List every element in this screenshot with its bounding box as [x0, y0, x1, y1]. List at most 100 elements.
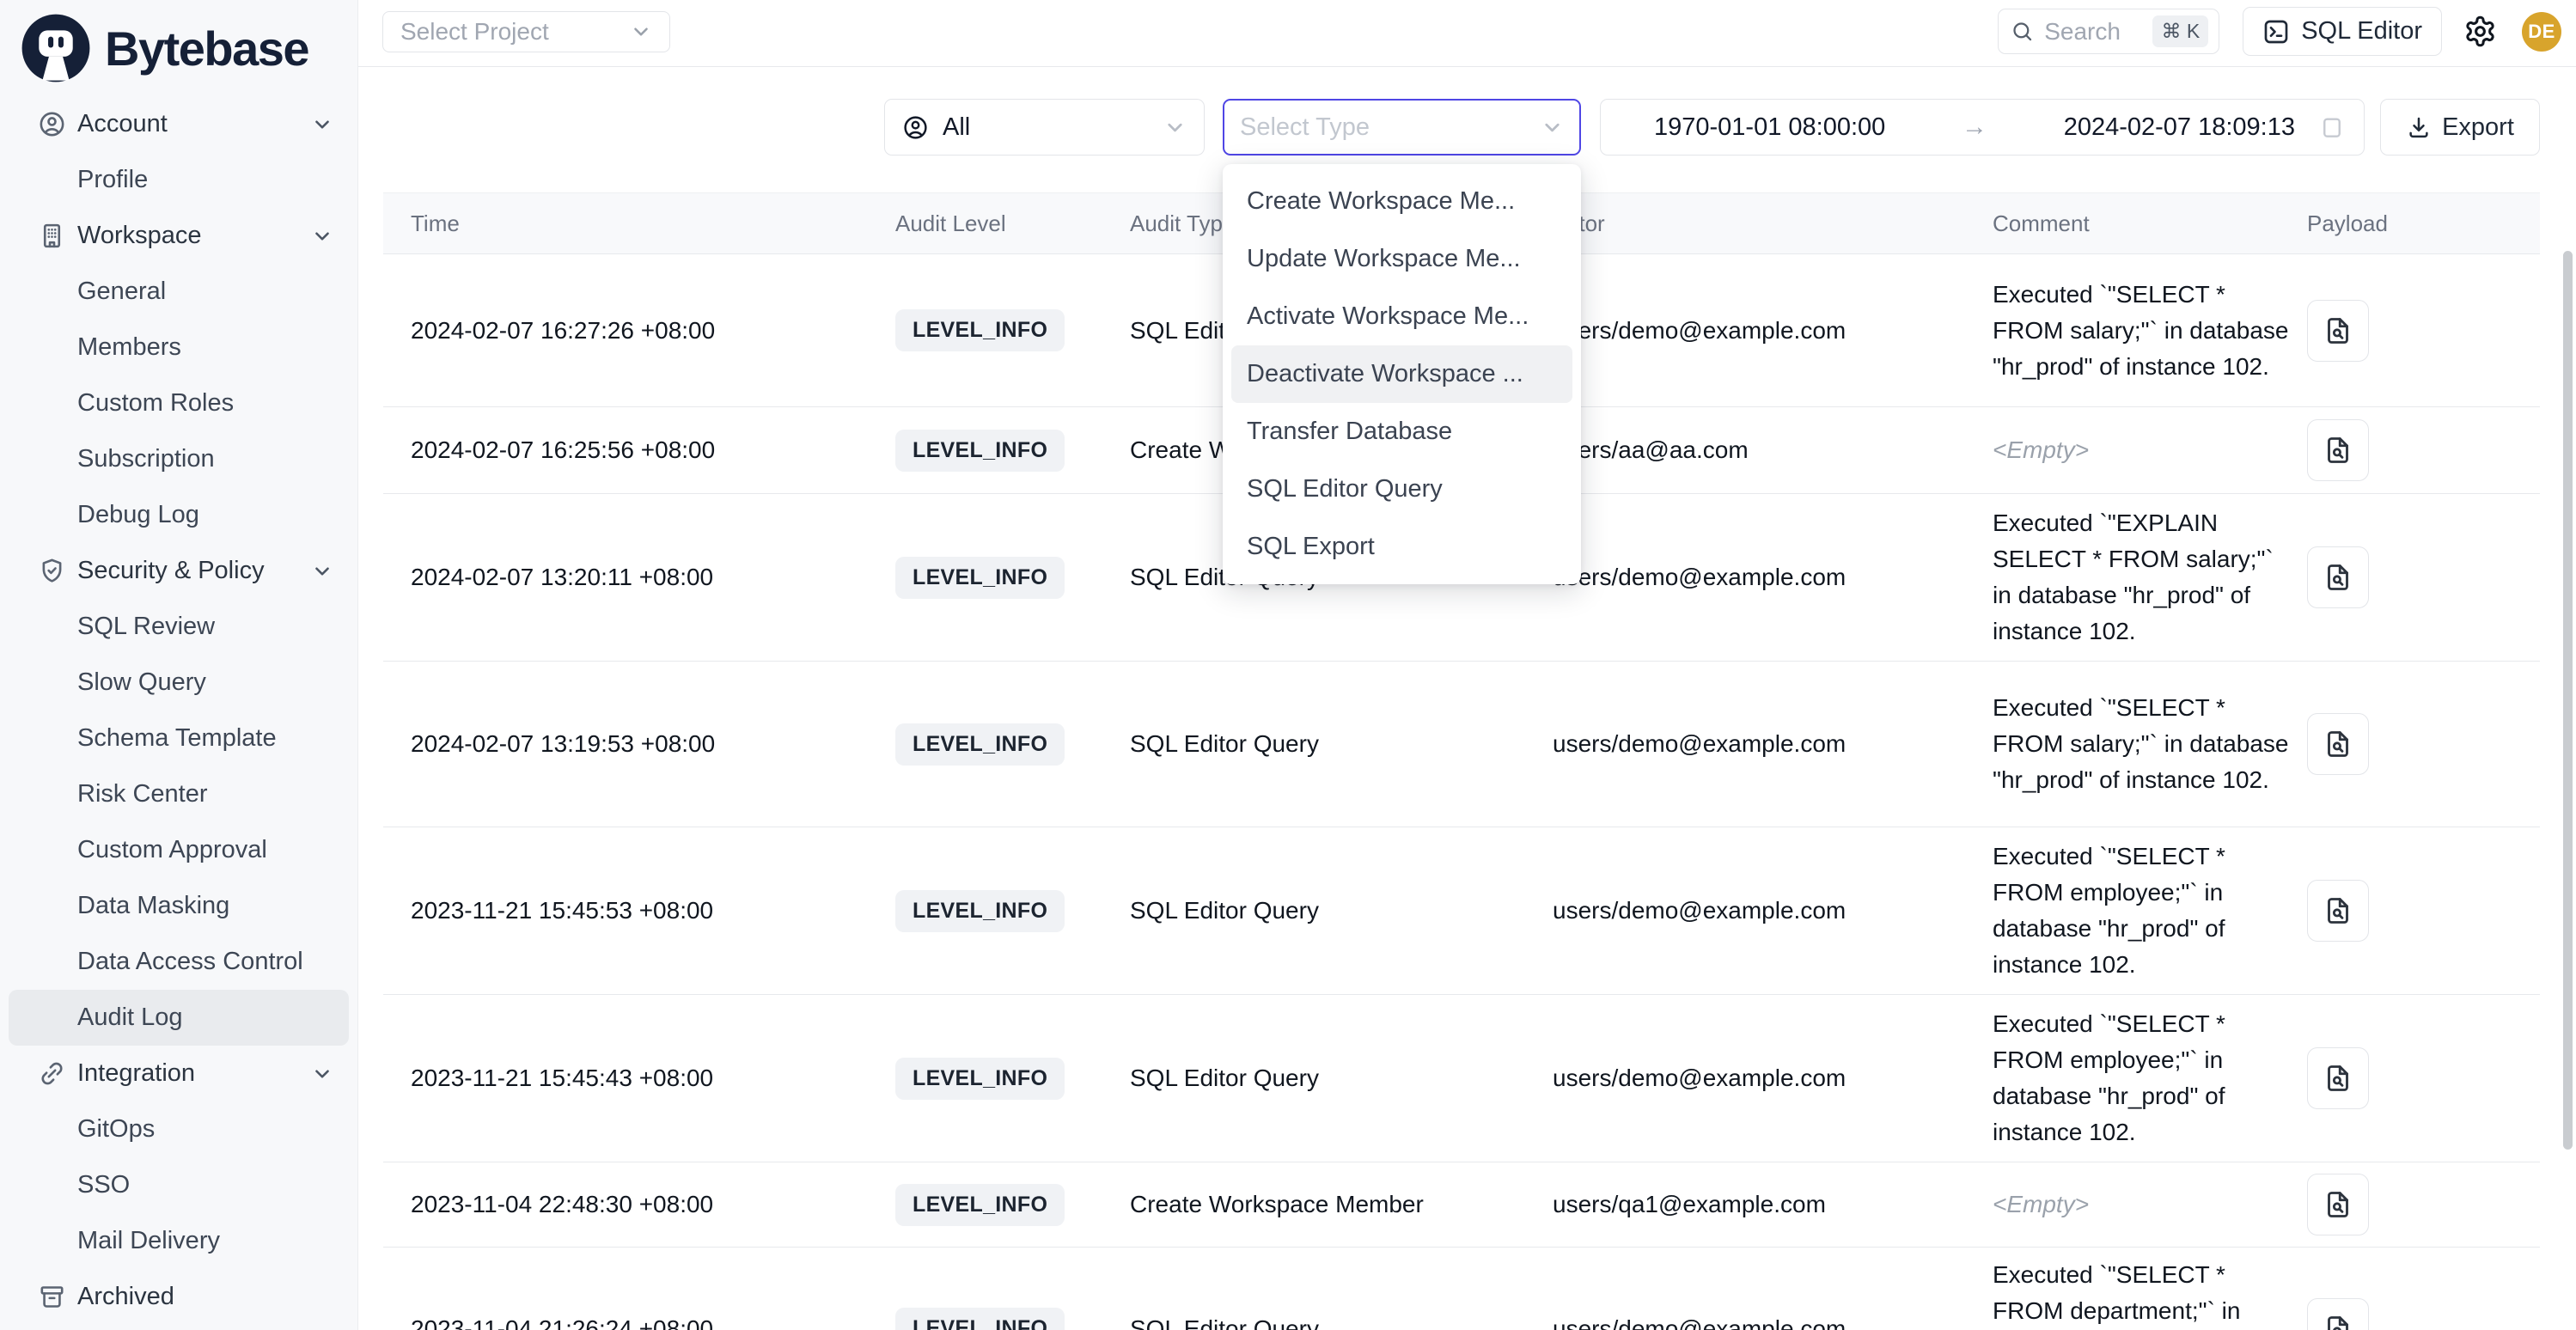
menu-item-sql-export[interactable]: SQL Export [1223, 518, 1581, 576]
search-placeholder: Search [2044, 18, 2121, 46]
audit-time: 2023-11-04 21:26:24 +08:00 [383, 1315, 895, 1330]
col-payload: Payload [2307, 210, 2540, 237]
audit-actor: users/demo@example.com [1553, 317, 1993, 345]
audit-level-badge: LEVEL_INFO [895, 430, 1065, 472]
bytebase-app: Bytebase Account Profile Workspace Gener… [0, 0, 2576, 1330]
menu-item-deactivate-workspace-member[interactable]: Deactivate Workspace ... [1231, 345, 1572, 403]
audit-time: 2024-02-07 13:20:11 +08:00 [383, 564, 895, 591]
chevron-down-icon [1163, 116, 1187, 139]
page-scrollbar[interactable] [2563, 251, 2573, 1150]
topbar: Select Project Search ⌘ K SQL Editor DE [358, 0, 2576, 67]
table-row: 2023-11-04 22:48:30 +08:00 LEVEL_INFO Cr… [383, 1162, 2540, 1248]
file-search-icon [2323, 1314, 2353, 1330]
menu-item-create-workspace-member[interactable]: Create Workspace Me... [1223, 173, 1581, 230]
audit-level-badge: LEVEL_INFO [895, 309, 1065, 351]
sidebar-item-workspace[interactable]: Workspace [0, 208, 357, 264]
sidebar-item-data-masking[interactable]: Data Masking [0, 878, 357, 934]
audit-actor: users/demo@example.com [1553, 1315, 1993, 1330]
gear-icon[interactable] [2463, 15, 2497, 48]
sidebar-item-general[interactable]: General [0, 264, 357, 320]
sidebar-item-sql-review[interactable]: SQL Review [0, 599, 357, 655]
search-icon [2011, 20, 2034, 43]
sidebar-item-gitops[interactable]: GitOps [0, 1101, 357, 1157]
sidebar-item-account[interactable]: Account [0, 96, 357, 152]
col-time: Time [383, 210, 895, 237]
avatar[interactable]: DE [2522, 12, 2561, 52]
sidebar-item-slow-query[interactable]: Slow Query [0, 655, 357, 711]
payload-view-button[interactable] [2307, 1298, 2369, 1330]
audit-time: 2024-02-07 16:27:26 +08:00 [383, 317, 895, 345]
sql-editor-button[interactable]: SQL Editor [2243, 7, 2442, 56]
payload-view-button[interactable] [2307, 546, 2369, 608]
payload-view-button[interactable] [2307, 880, 2369, 942]
payload-view-button[interactable] [2307, 1047, 2369, 1109]
sidebar-item-mail-delivery[interactable]: Mail Delivery [0, 1213, 357, 1269]
menu-item-activate-workspace-member[interactable]: Activate Workspace Me... [1223, 288, 1581, 345]
audit-actor: users/qa1@example.com [1553, 1191, 1993, 1218]
menu-item-sql-editor-query[interactable]: SQL Editor Query [1223, 461, 1581, 518]
table-row: 2023-11-21 15:45:43 +08:00 LEVEL_INFO SQ… [383, 995, 2540, 1162]
file-search-icon [2323, 562, 2353, 593]
calendar-icon [2319, 114, 2345, 140]
date-from-value[interactable]: 1970-01-01 08:00:00 [1654, 113, 1885, 142]
sidebar-item-archived[interactable]: Archived [0, 1269, 357, 1325]
terminal-icon [2262, 18, 2290, 46]
file-search-icon [2323, 1063, 2353, 1094]
audit-actor: users/aa@aa.com [1553, 436, 1993, 464]
chevron-down-icon [311, 560, 333, 583]
audit-level-badge: LEVEL_INFO [895, 1058, 1065, 1100]
chevron-down-icon [1541, 116, 1564, 139]
sidebar-item-profile[interactable]: Profile [0, 152, 357, 208]
sidebar-item-integration[interactable]: Integration [0, 1046, 357, 1101]
sidebar-item-data-access-control[interactable]: Data Access Control [0, 934, 357, 990]
project-select[interactable]: Select Project [382, 11, 670, 52]
link-icon [38, 1059, 66, 1088]
sidebar-item-debug-log[interactable]: Debug Log [0, 487, 357, 543]
audit-time: 2024-02-07 13:19:53 +08:00 [383, 730, 895, 758]
date-range-picker[interactable]: 1970-01-01 08:00:00 → 2024-02-07 18:09:1… [1600, 99, 2365, 156]
export-button[interactable]: Export [2380, 99, 2540, 156]
shield-check-icon [38, 557, 66, 585]
menu-item-update-workspace-member[interactable]: Update Workspace Me... [1223, 230, 1581, 288]
sidebar-item-subscription[interactable]: Subscription [0, 431, 357, 487]
audit-comment: Executed `"SELECT * FROM employee;"` in … [1993, 839, 2290, 983]
sidebar-item-sso[interactable]: SSO [0, 1157, 357, 1213]
audit-time: 2024-02-07 16:25:56 +08:00 [383, 436, 895, 464]
actor-filter-select[interactable]: All [884, 99, 1205, 156]
brand-logo[interactable]: Bytebase [0, 0, 357, 96]
payload-view-button[interactable] [2307, 300, 2369, 362]
bytebase-logo-icon [19, 11, 93, 85]
table-row: 2023-11-21 15:45:53 +08:00 LEVEL_INFO SQ… [383, 827, 2540, 995]
chevron-down-icon [311, 1063, 333, 1085]
sidebar-item-risk-center[interactable]: Risk Center [0, 766, 357, 822]
audit-type: SQL Editor Query [1130, 1065, 1553, 1092]
audit-actor: users/demo@example.com [1553, 897, 1993, 924]
sidebar-nav: Account Profile Workspace General Member… [0, 96, 357, 1325]
audit-level-badge: LEVEL_INFO [895, 890, 1065, 932]
audit-level-badge: LEVEL_INFO [895, 1184, 1065, 1226]
sidebar-item-schema-template[interactable]: Schema Template [0, 711, 357, 766]
payload-view-button[interactable] [2307, 419, 2369, 481]
sidebar-item-custom-roles[interactable]: Custom Roles [0, 375, 357, 431]
audit-time: 2023-11-04 22:48:30 +08:00 [383, 1191, 895, 1218]
sidebar-item-audit-log[interactable]: Audit Log [9, 990, 349, 1046]
file-search-icon [2323, 315, 2353, 346]
building-icon [38, 222, 66, 250]
payload-view-button[interactable] [2307, 1174, 2369, 1235]
audit-actor: users/demo@example.com [1553, 1065, 1993, 1092]
audit-type: Create Workspace Member [1130, 1191, 1553, 1218]
audit-level-badge: LEVEL_INFO [895, 1308, 1065, 1330]
sidebar-item-members[interactable]: Members [0, 320, 357, 375]
search-input[interactable]: Search ⌘ K [1998, 9, 2219, 54]
sidebar-item-custom-approval[interactable]: Custom Approval [0, 822, 357, 878]
payload-view-button[interactable] [2307, 713, 2369, 775]
date-to-value[interactable]: 2024-02-07 18:09:13 [2064, 113, 2295, 142]
col-comment: Comment [1993, 210, 2307, 237]
menu-item-transfer-database[interactable]: Transfer Database [1223, 403, 1581, 461]
type-filter-select[interactable]: Select Type [1223, 99, 1581, 156]
audit-comment: <Empty> [1993, 1187, 2290, 1223]
file-search-icon [2323, 729, 2353, 760]
sidebar-item-security-policy[interactable]: Security & Policy [0, 543, 357, 599]
file-search-icon [2323, 895, 2353, 926]
sidebar: Bytebase Account Profile Workspace Gener… [0, 0, 358, 1330]
